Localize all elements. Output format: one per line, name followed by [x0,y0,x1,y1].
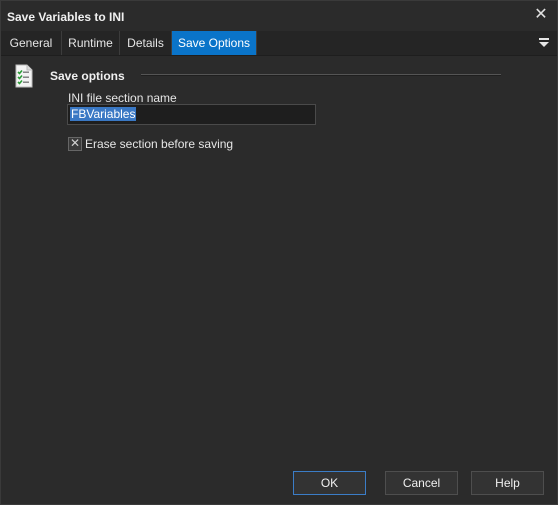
group-divider [141,74,501,76]
close-icon[interactable]: ✕ [533,7,549,23]
group-title: Save options [50,69,125,83]
tab-bar: General Runtime Details Save Options [1,31,557,56]
erase-section-label[interactable]: Erase section before saving [85,137,233,151]
content-area: Save options INI file section name FBVar… [1,56,557,504]
dialog-window: Save Variables to INI ✕ General Runtime … [0,0,558,505]
section-name-value: FBVariables [70,107,137,121]
window-title: Save Variables to INI [7,10,125,24]
tab-general[interactable]: General [1,31,62,55]
tab-details[interactable]: Details [120,31,172,55]
cancel-button[interactable]: Cancel [385,471,458,495]
menu-dropdown-icon[interactable] [539,36,549,48]
title-bar: Save Variables to INI ✕ [1,1,557,31]
help-button[interactable]: Help [471,471,544,495]
checkmark-icon: ✕ [69,136,81,150]
section-name-input[interactable]: FBVariables [67,104,316,125]
tab-runtime[interactable]: Runtime [62,31,120,55]
section-name-label: INI file section name [68,91,177,105]
erase-section-checkbox[interactable]: ✕ [68,136,82,151]
tab-save-options[interactable]: Save Options [172,31,257,55]
checklist-document-icon [15,64,33,88]
ok-button[interactable]: OK [293,471,366,495]
